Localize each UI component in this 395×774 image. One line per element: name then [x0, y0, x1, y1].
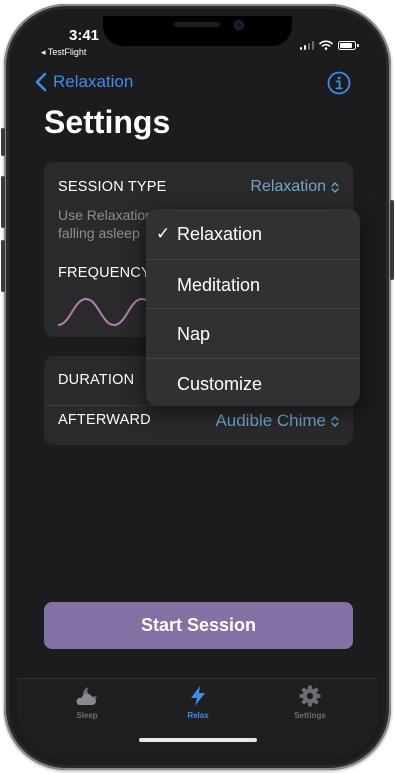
menu-item-label: Relaxation	[177, 224, 263, 244]
frequency-label: FREQUENCY	[58, 265, 151, 281]
start-session-button[interactable]: Start Session	[44, 602, 353, 649]
menu-item-label: Nap	[177, 324, 211, 344]
session-type-dropdown: ✓ Relaxation Meditation Nap Customize	[146, 209, 360, 406]
session-type-selector[interactable]: Relaxation	[250, 178, 339, 196]
bolt-icon	[191, 686, 205, 706]
tab-bar: Sleep Relax Settings	[17, 678, 378, 758]
menu-item-label: Meditation	[177, 274, 261, 295]
phone-screen: 3:41 ◂ TestFlight Relaxation Settings SE…	[17, 16, 378, 758]
afterward-value: Audible Chime	[215, 411, 326, 430]
menu-item-meditation[interactable]: Meditation	[146, 258, 360, 309]
speaker-grille	[174, 22, 220, 27]
status-icons	[299, 40, 359, 50]
menu-item-relaxation[interactable]: ✓ Relaxation	[146, 209, 360, 259]
chevron-up-down-icon	[331, 415, 339, 427]
chevron-up-down-icon	[331, 181, 339, 193]
tab-label: Settings	[294, 711, 326, 720]
info-circle-icon[interactable]	[327, 71, 351, 95]
session-type-label: SESSION TYPE	[58, 179, 167, 195]
frequency-wave	[58, 297, 160, 327]
notch	[103, 16, 292, 46]
home-indicator	[139, 738, 257, 742]
wifi-icon	[319, 40, 333, 50]
volume-down-button	[1, 240, 5, 292]
tab-relax[interactable]: Relax	[158, 685, 238, 720]
afterward-label: AFTERWARD	[58, 412, 151, 428]
tab-settings[interactable]: Settings	[270, 685, 350, 720]
checkmark-icon: ✓	[156, 224, 171, 243]
tab-label: Sleep	[76, 711, 98, 720]
afterward-selector[interactable]: Audible Chime	[215, 411, 339, 431]
gear-icon	[299, 685, 321, 707]
power-button	[390, 200, 394, 280]
duration-label: DURATION	[58, 372, 135, 388]
silent-switch	[1, 128, 5, 156]
session-type-value: Relaxation	[250, 178, 326, 195]
menu-item-nap[interactable]: Nap	[146, 308, 360, 358]
volume-up-button	[1, 176, 5, 228]
front-camera	[234, 20, 244, 30]
cellular-signal-icon	[299, 40, 314, 50]
cloud-moon-icon	[76, 687, 97, 705]
chevron-left-icon	[35, 72, 47, 92]
menu-item-label: Customize	[177, 373, 263, 394]
back-button[interactable]: Relaxation	[35, 72, 133, 92]
tab-sleep[interactable]: Sleep	[47, 685, 127, 720]
tab-label: Relax	[187, 711, 209, 720]
battery-icon	[338, 41, 359, 50]
menu-item-customize[interactable]: Customize	[146, 357, 360, 407]
page-title: Settings	[44, 104, 171, 140]
back-to-testflight-link[interactable]: ◂ TestFlight	[41, 47, 86, 58]
status-time: 3:41	[69, 27, 100, 44]
back-button-label: Relaxation	[53, 72, 134, 91]
